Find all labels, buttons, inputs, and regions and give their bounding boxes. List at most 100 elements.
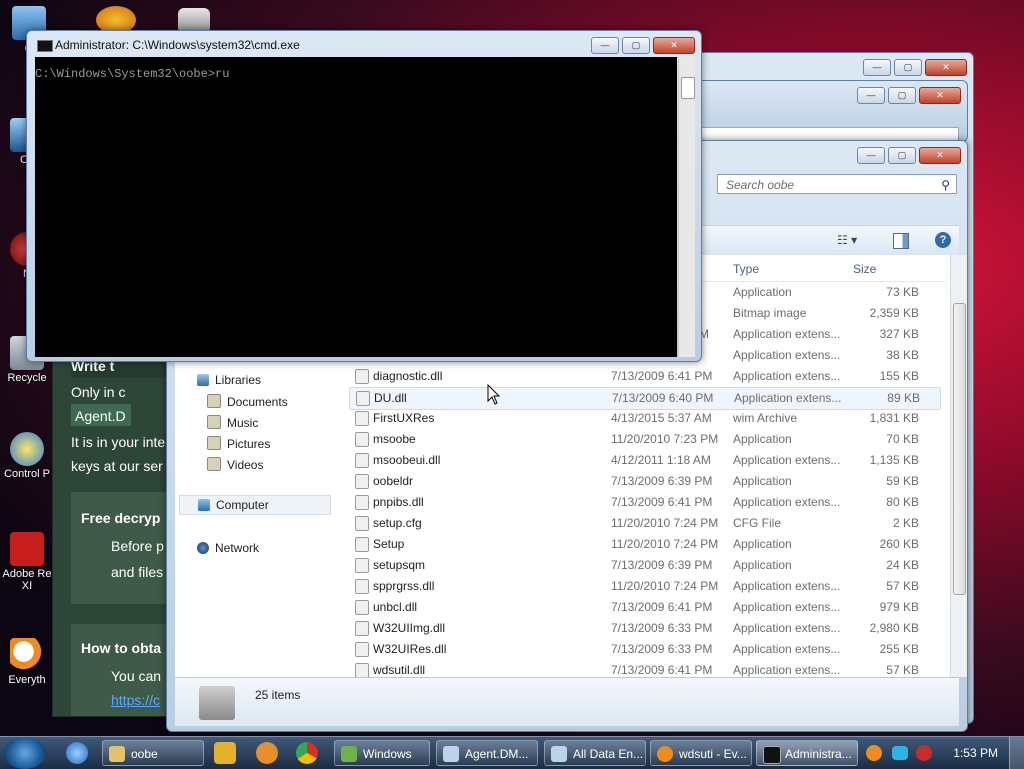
file-row[interactable]: unbcl.dll 7/13/2009 6:41 PM Application ex… (349, 597, 939, 618)
nav-computer[interactable]: Computer (179, 495, 331, 515)
search-input[interactable]: Search oobe ⚲ (717, 174, 957, 194)
file-row[interactable]: diagnostic.dll 7/13/2009 6:41 PM Applicati… (349, 366, 939, 387)
file-date: 4/13/2015 5:37 AM (611, 411, 712, 425)
taskbar-button-windows[interactable]: Windows (334, 740, 430, 766)
taskbar: oobe Windows Agent.DM... All Data En... … (0, 736, 1024, 769)
file-type: CFG File (733, 516, 781, 530)
scrollbar-thumb[interactable] (681, 77, 695, 99)
file-size: 979 KB (879, 600, 919, 614)
file-row[interactable]: W32UIImg.dll 7/13/2009 6:33 PM Application… (349, 618, 939, 639)
nav-documents[interactable]: Documents (207, 394, 288, 409)
desktop-icon-label: Adobe Re XI (2, 568, 52, 592)
start-button[interactable] (4, 737, 46, 769)
nav-network[interactable]: Network (197, 541, 259, 555)
close-button[interactable]: ✕ (919, 87, 961, 104)
column-type[interactable]: Type (733, 262, 759, 276)
column-size[interactable]: Size (853, 262, 876, 276)
file-type: Application extens... (733, 600, 841, 614)
file-row[interactable]: FirstUXRes 4/13/2015 5:37 AM wim Archive 1,… (349, 408, 939, 429)
libraries-icon (197, 374, 209, 386)
taskbar-button-cmd[interactable]: Administra... (756, 740, 858, 766)
file-row[interactable]: setup.cfg 11/20/2010 7:24 PM CFG File 2 KB (349, 513, 939, 534)
maximize-button[interactable]: ▢ (888, 87, 916, 104)
file-type: Bitmap image (733, 306, 807, 320)
file-row[interactable]: wdsutil.dll 7/13/2009 6:41 PM Application … (349, 660, 939, 677)
nav-videos[interactable]: Videos (207, 457, 263, 472)
chrome-icon[interactable] (296, 742, 318, 764)
vertical-scrollbar[interactable] (950, 255, 967, 677)
file-size: 1,831 KB (869, 411, 919, 425)
console-prompt: C:\Windows\System32\oobe>ru (35, 67, 230, 81)
maximize-button[interactable]: ▢ (622, 37, 650, 54)
close-button[interactable]: ✕ (925, 59, 967, 76)
console-output[interactable]: C:\Windows\System32\oobe>ru (35, 57, 677, 357)
magnifier-icon (657, 746, 673, 762)
note-line: It is in your inte (71, 434, 166, 450)
file-row[interactable]: msoobeui.dll 4/12/2011 1:18 AM Application… (349, 450, 939, 471)
taskbar-label: All Data En... (573, 747, 644, 761)
file-row[interactable]: Setup 11/20/2010 7:24 PM Application 260 KB (349, 534, 939, 555)
tray-app-icon[interactable] (916, 745, 932, 761)
taskbar-button-oobe[interactable]: oobe (102, 740, 204, 766)
nav-label: Pictures (227, 437, 271, 451)
caption-buttons: — ▢ ✕ (857, 147, 961, 164)
preview-pane-icon[interactable] (893, 233, 909, 249)
background-window-2[interactable]: — ▢ ✕ (690, 80, 968, 142)
file-row[interactable]: msoobe 11/20/2010 7:23 PM Application 70 KB (349, 429, 939, 450)
note-link[interactable]: https://c (111, 692, 160, 708)
desktop-icon-control-panel[interactable]: Control P (2, 432, 52, 480)
tray-search-icon[interactable] (866, 745, 882, 761)
file-type: Application (733, 474, 792, 488)
tray-monitor-icon[interactable] (892, 746, 908, 760)
file-date: 11/20/2010 7:24 PM (611, 579, 719, 593)
minimize-button[interactable]: — (591, 37, 619, 54)
show-desktop-button[interactable] (1009, 737, 1024, 769)
ransom-note-window[interactable]: Write t Only in c Agent.D It is in your … (52, 355, 170, 717)
file-row[interactable]: pnpibs.dll 7/13/2009 6:41 PM Application e… (349, 492, 939, 513)
close-button[interactable]: ✕ (653, 37, 695, 54)
taskbar-button-agent[interactable]: Agent.DM... (436, 740, 538, 766)
pictures-icon (207, 436, 221, 450)
file-row[interactable]: spprgrss.dll 11/20/2010 7:24 PM Applicatio… (349, 576, 939, 597)
file-name: W32UIImg.dll (373, 621, 446, 635)
clock[interactable]: 1:53 PM (953, 746, 998, 760)
app-icon[interactable] (256, 742, 278, 764)
file-row[interactable]: DU.dll 7/13/2009 6:40 PM Application exten… (349, 387, 941, 410)
item-count: 25 items (255, 688, 301, 702)
desktop-icon-adobe[interactable]: Adobe Re XI (2, 532, 52, 592)
desktop-icon-everything[interactable]: Everyth (2, 638, 52, 686)
maximize-button[interactable]: ▢ (888, 147, 916, 164)
nav-label: Computer (216, 498, 269, 512)
documents-icon (207, 394, 221, 408)
ie-icon[interactable] (66, 742, 88, 764)
navigation-pane: Libraries Documents Music Pictures Video… (175, 357, 336, 677)
file-row[interactable]: W32UIRes.dll 7/13/2009 6:33 PM Application… (349, 639, 939, 660)
help-icon[interactable]: ? (935, 232, 951, 248)
close-button[interactable]: ✕ (919, 147, 961, 164)
scrollbar-thumb[interactable] (953, 303, 966, 595)
search-icon[interactable]: ⚲ (941, 175, 950, 195)
note-line: You can (111, 668, 162, 684)
nav-label: Libraries (215, 373, 262, 387)
file-row[interactable]: setupsqm 7/13/2009 6:39 PM Application 24 K… (349, 555, 939, 576)
taskbar-label: wdsuti - Ev... (679, 747, 747, 761)
file-type: Application extens... (734, 391, 842, 405)
file-row[interactable]: oobeldr 7/13/2009 6:39 PM Application 59 KB (349, 471, 939, 492)
file-icon (355, 579, 369, 594)
nav-libraries[interactable]: Libraries (197, 373, 261, 387)
console-scrollbar[interactable] (678, 57, 695, 357)
taskbar-button-everything[interactable]: wdsuti - Ev... (650, 740, 752, 766)
address-bar[interactable] (701, 127, 959, 141)
window-icon (551, 746, 567, 762)
file-size: 2 KB (892, 516, 919, 530)
minimize-button[interactable]: — (857, 87, 885, 104)
views-icon[interactable]: ☷ ▾ (837, 233, 865, 247)
media-player-icon[interactable] (214, 742, 236, 764)
cmd-window[interactable]: Administrator: C:\Windows\system32\cmd.e… (26, 30, 702, 362)
nav-music[interactable]: Music (207, 415, 258, 430)
nav-pictures[interactable]: Pictures (207, 436, 270, 451)
minimize-button[interactable]: — (857, 147, 885, 164)
minimize-button[interactable]: — (863, 59, 891, 76)
taskbar-button-all-data[interactable]: All Data En... (544, 740, 646, 766)
maximize-button[interactable]: ▢ (894, 59, 922, 76)
